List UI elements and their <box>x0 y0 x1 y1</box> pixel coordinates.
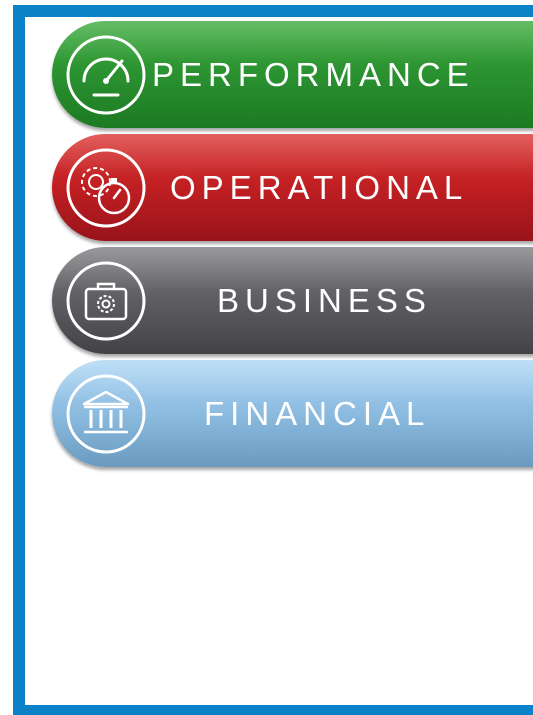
menu-panel: PERFORMANCE OPERATIONAL BUSINESS FINANCI… <box>25 17 533 705</box>
menu-item-operational[interactable]: OPERATIONAL <box>52 134 533 241</box>
menu-item-label: OPERATIONAL <box>170 168 469 206</box>
briefcase-gear-icon <box>64 259 148 343</box>
frame-border: PERFORMANCE OPERATIONAL BUSINESS FINANCI… <box>13 5 533 715</box>
speedometer-icon <box>64 33 148 117</box>
menu-item-label: BUSINESS <box>217 281 432 319</box>
menu-item-performance[interactable]: PERFORMANCE <box>52 21 533 128</box>
gears-stopwatch-icon <box>64 146 148 230</box>
menu-item-label: PERFORMANCE <box>152 55 475 93</box>
menu-item-label: FINANCIAL <box>204 394 431 432</box>
menu-item-business[interactable]: BUSINESS <box>52 247 533 354</box>
bank-building-icon <box>64 372 148 456</box>
menu-item-financial[interactable]: FINANCIAL <box>52 360 533 467</box>
